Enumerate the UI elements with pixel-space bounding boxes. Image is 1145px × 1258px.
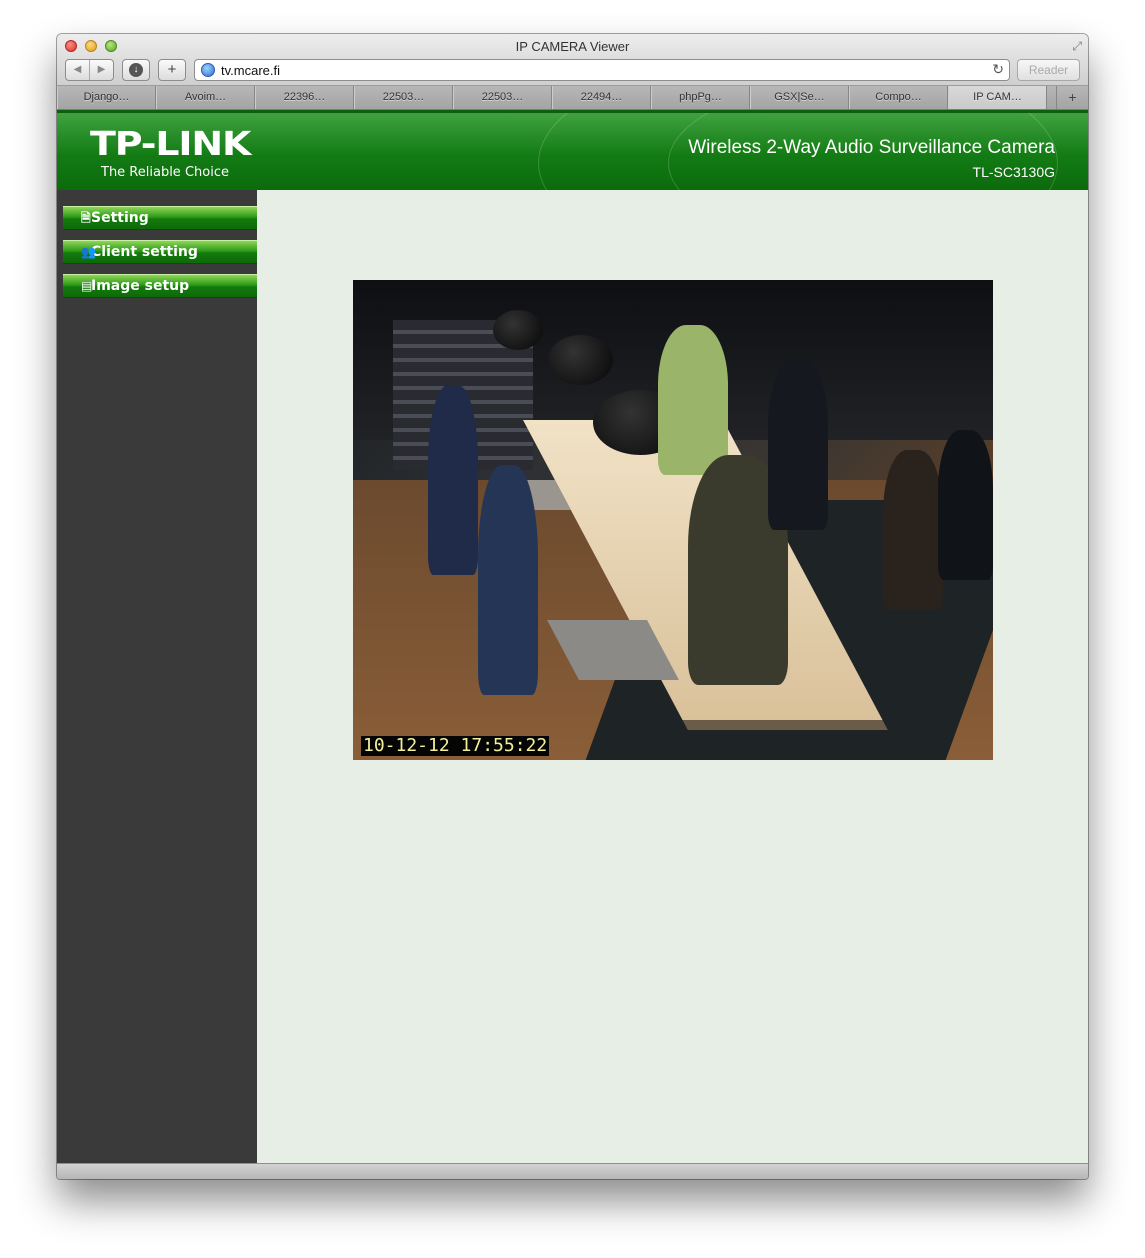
product-name: Wireless 2-Way Audio Surveillance Camera — [688, 137, 1055, 158]
forward-icon[interactable]: ▶ — [90, 60, 113, 80]
page-header: TP-LINK The Reliable Choice Wireless 2-W… — [57, 110, 1088, 190]
menu-item-label: Setting — [91, 210, 149, 226]
main-content: 10-12-12 17:55:22 — [257, 190, 1088, 1163]
fullscreen-icon[interactable]: ⤢ — [1072, 39, 1082, 54]
back-forward-buttons: ◀ ▶ — [65, 59, 114, 81]
document-icon: 🗎 — [81, 211, 91, 225]
window-title: IP CAMERA Viewer — [515, 39, 630, 54]
camera-scene-person — [768, 360, 828, 530]
address-bar[interactable]: tv.mcare.fi ↻ — [194, 59, 1010, 81]
menu-item-image-setup[interactable]: ▤ Image setup — [63, 274, 257, 298]
camera-scene-lamp — [548, 335, 613, 385]
menu-item-label: Client setting — [91, 244, 198, 260]
reader-button[interactable]: Reader — [1017, 59, 1080, 81]
camera-video-feed[interactable]: 10-12-12 17:55:22 — [353, 280, 993, 760]
tab-22503-b[interactable]: 22503… — [453, 86, 552, 109]
camera-scene-person — [938, 430, 993, 580]
tab-bar: Django… Avoim… 22396… 22503… 22503… 2249… — [57, 86, 1088, 110]
users-icon: 👥 — [81, 245, 96, 259]
url-text[interactable]: tv.mcare.fi — [221, 63, 280, 78]
menu-item-label: Image setup — [91, 278, 190, 294]
tab-avoim[interactable]: Avoim… — [156, 86, 255, 109]
downloads-button[interactable]: ↓ — [122, 59, 150, 81]
camera-timestamp: 10-12-12 17:55:22 — [361, 735, 550, 756]
camera-scene-person — [883, 450, 943, 610]
image-setup-icon: ▤ — [81, 279, 93, 293]
camera-scene-person — [478, 465, 538, 695]
camera-scene-lamp — [493, 310, 543, 350]
add-bookmark-button[interactable]: + — [158, 59, 186, 81]
reload-icon[interactable]: ↻ — [992, 61, 1004, 78]
tab-22396[interactable]: 22396… — [255, 86, 354, 109]
tab-gsx[interactable]: GSX|Se… — [750, 86, 849, 109]
camera-scene-person — [658, 325, 728, 475]
tab-compo[interactable]: Compo… — [849, 86, 948, 109]
plus-icon: + — [167, 61, 177, 78]
logo-tagline: The Reliable Choice — [101, 165, 229, 180]
tab-22494[interactable]: 22494… — [552, 86, 651, 109]
tab-22503-a[interactable]: 22503… — [354, 86, 453, 109]
globe-icon — [201, 63, 215, 77]
tab-phppg[interactable]: phpPg… — [651, 86, 750, 109]
new-tab-button[interactable]: + — [1056, 86, 1088, 109]
status-bar — [57, 1163, 1088, 1179]
browser-toolbar: IP CAMERA Viewer ⤢ ◀ ▶ ↓ + tv.mcare.fi ↻… — [57, 34, 1088, 86]
tp-link-logo: TP-LINK — [90, 124, 251, 163]
back-icon[interactable]: ◀ — [66, 60, 90, 80]
menu-item-setting[interactable]: 🗎 Setting — [63, 206, 257, 230]
browser-window: IP CAMERA Viewer ⤢ ◀ ▶ ↓ + tv.mcare.fi ↻… — [57, 34, 1088, 1179]
camera-scene-person — [428, 385, 478, 575]
download-icon: ↓ — [129, 63, 143, 78]
sidebar: 🗎 Setting 👥 Client setting ▤ Image setup — [57, 190, 257, 1163]
tab-ip-camera[interactable]: IP CAM… — [948, 86, 1047, 109]
menu-item-client-setting[interactable]: 👥 Client setting — [63, 240, 257, 264]
model-number: TL-SC3130G — [972, 164, 1055, 180]
tab-django[interactable]: Django… — [57, 86, 156, 109]
